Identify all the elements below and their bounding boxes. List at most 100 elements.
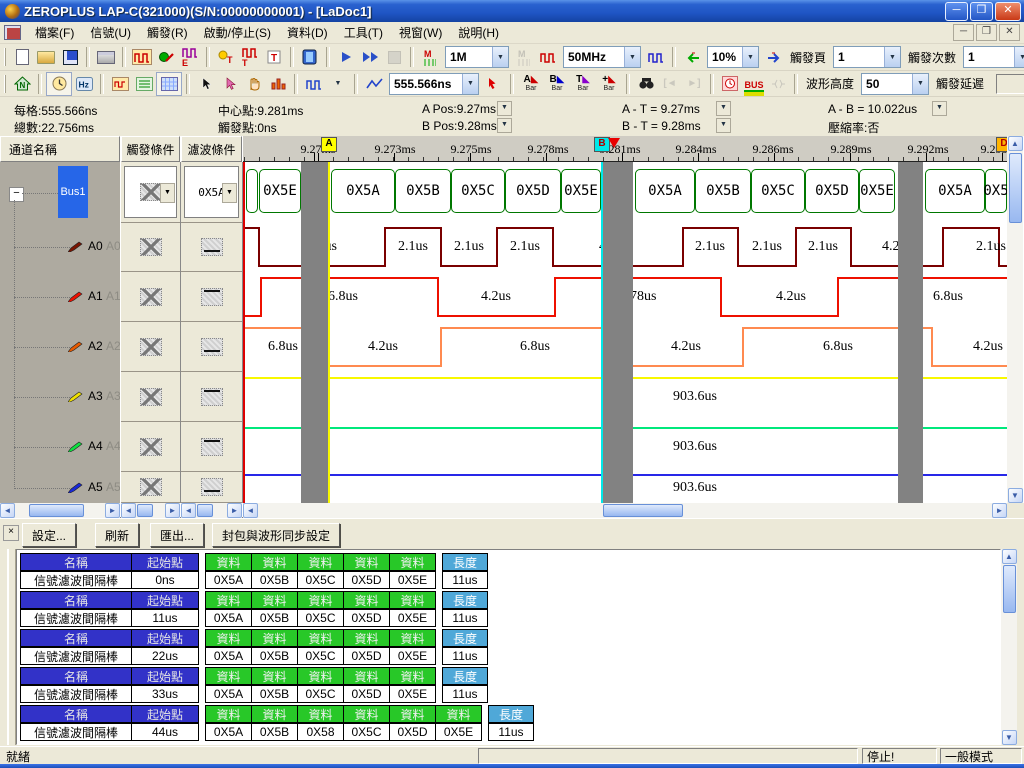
panel-close-icon[interactable]: × xyxy=(3,525,19,541)
scroll-right-button[interactable]: ► xyxy=(105,503,120,518)
menu-item-2[interactable]: 觸發(R) xyxy=(139,22,196,43)
channel-filter-cell[interactable] xyxy=(181,472,242,503)
save-icon[interactable] xyxy=(58,46,82,68)
trigger-scrollbar[interactable]: ◄ ► xyxy=(121,503,180,518)
b-pos-dropdown[interactable]: ▼ xyxy=(497,118,512,133)
settings-button[interactable]: 設定... xyxy=(22,523,76,547)
note-cursor-icon[interactable] xyxy=(218,73,242,95)
add-bar-icon[interactable]: +◣Bar xyxy=(596,73,622,95)
channel-label-a1[interactable]: A1 xyxy=(88,289,103,303)
time-mode-icon[interactable] xyxy=(46,72,72,96)
combo-dropdown-icon[interactable]: ▼ xyxy=(742,47,758,67)
print-icon[interactable] xyxy=(94,46,118,68)
b-t-dropdown[interactable]: ▼ xyxy=(716,118,731,133)
signal-filter-bar[interactable] xyxy=(603,162,633,503)
channel-label-a0[interactable]: A0 xyxy=(88,239,103,253)
mdi-restore-button[interactable]: ❐ xyxy=(976,24,997,41)
tree-collapse-icon[interactable]: − xyxy=(9,187,24,202)
menu-item-0[interactable]: 檔案(F) xyxy=(27,22,82,43)
menu-item-6[interactable]: 視窗(W) xyxy=(391,22,450,43)
scroll-thumb[interactable] xyxy=(29,504,84,517)
trigger-count-combo[interactable]: 1▼ xyxy=(963,46,1024,68)
memory-depth-combo[interactable]: 1M▼ xyxy=(445,46,509,68)
sample-wave-icon[interactable] xyxy=(644,46,668,68)
horizontal-scroll-thumb[interactable] xyxy=(603,504,683,517)
combo-dropdown-icon[interactable]: ▼ xyxy=(222,183,237,203)
packet-row[interactable]: 名稱起始點資料資料資料資料資料長度信號濾波間隔棒22us0X5A0X5B0X5C… xyxy=(20,629,488,665)
channel-filter-cell[interactable] xyxy=(181,422,242,472)
home-view-icon[interactable]: N xyxy=(10,73,34,95)
a-bar-icon[interactable]: A◣Bar xyxy=(518,73,544,95)
a-bar-line[interactable] xyxy=(328,162,330,503)
scroll-left-button[interactable]: ◄ xyxy=(243,503,258,518)
waveform-area[interactable]: 9.27ms9.273ms9.275ms9.278ms9.281ms9.284m… xyxy=(243,136,1007,503)
waveform-horizontal-scrollbar[interactable]: ◄ ► xyxy=(243,503,1007,518)
mdi-minimize-button[interactable]: ─ xyxy=(953,24,974,41)
combo-dropdown-icon[interactable]: ▼ xyxy=(624,47,640,67)
scroll-right-button[interactable]: ► xyxy=(992,503,1007,518)
scroll-thumb[interactable] xyxy=(197,504,213,517)
vertical-scroll-thumb[interactable] xyxy=(1009,153,1022,223)
a-pos-dropdown[interactable]: ▼ xyxy=(497,101,512,116)
open-file-icon[interactable] xyxy=(34,46,58,68)
trigger-delay-icon[interactable]: T xyxy=(262,46,286,68)
close-button[interactable]: ✕ xyxy=(995,2,1021,21)
channel-label-a4[interactable]: A4 xyxy=(88,439,103,453)
a-b-dropdown[interactable]: ▼ xyxy=(932,101,947,116)
repeat-run-icon[interactable] xyxy=(358,46,382,68)
channel-filter-cell[interactable] xyxy=(181,322,242,372)
filter-scrollbar[interactable]: ◄ ► xyxy=(181,503,242,518)
signal-filter-bar[interactable] xyxy=(301,162,328,503)
listing-display-icon[interactable] xyxy=(132,73,156,95)
wave-pointer-icon[interactable] xyxy=(482,73,506,95)
bus-trigger-combo[interactable]: ▼ xyxy=(124,166,177,218)
scroll-left-button[interactable]: ◄ xyxy=(121,503,136,518)
sampling-setup-icon[interactable] xyxy=(130,46,154,68)
find-icon[interactable] xyxy=(634,73,658,95)
pulse-width-counter-icon[interactable] xyxy=(718,73,742,95)
scroll-right-button[interactable]: ► xyxy=(227,503,242,518)
waveform-display-icon[interactable] xyxy=(108,73,132,95)
waveform-vertical-scrollbar[interactable]: ▲ ▼ xyxy=(1007,136,1023,503)
bus-filter-combo[interactable]: 0X5A▼ xyxy=(184,166,239,218)
scroll-thumb[interactable] xyxy=(137,504,153,517)
t-bar-icon[interactable]: T◣Bar xyxy=(570,73,596,95)
memory-page-icon[interactable]: M xyxy=(418,46,442,68)
bus-packet-icon[interactable]: BUS xyxy=(742,73,766,95)
a-t-dropdown[interactable]: ▼ xyxy=(716,101,731,116)
channel-trigger-cell[interactable] xyxy=(121,422,180,472)
menu-item-1[interactable]: 信號(U) xyxy=(82,22,139,43)
channel-filter-cell[interactable] xyxy=(181,222,242,272)
wave-dropdown-icon[interactable]: ▼ xyxy=(326,73,350,95)
packet-scroll-thumb[interactable] xyxy=(1003,565,1016,613)
bus-node[interactable]: Bus1 xyxy=(58,166,88,218)
channel-filter-cell[interactable] xyxy=(181,272,242,322)
packet-row[interactable]: 名稱起始點資料資料資料資料資料長度信號濾波間隔棒11us0X5A0X5B0X5C… xyxy=(20,591,488,627)
channel-setup-icon[interactable] xyxy=(154,46,178,68)
sample-rate-combo[interactable]: 50MHz▼ xyxy=(563,46,641,68)
bar-analysis-icon[interactable] xyxy=(266,73,290,95)
menu-item-7[interactable]: 說明(H) xyxy=(450,22,507,43)
b-bar-line[interactable] xyxy=(601,162,603,503)
combo-dropdown-icon[interactable]: ▼ xyxy=(492,47,508,67)
hand-pan-icon[interactable] xyxy=(242,73,266,95)
channel-trigger-cell[interactable] xyxy=(121,472,180,503)
combo-dropdown-icon[interactable]: ▼ xyxy=(1014,47,1024,67)
trigger-goto-icon[interactable] xyxy=(762,46,786,68)
wave-height-combo[interactable]: 50▼ xyxy=(861,73,929,95)
frequency-mode-icon[interactable]: Hz xyxy=(72,73,96,95)
trigger-width-icon[interactable]: T xyxy=(238,46,262,68)
names-scrollbar[interactable]: ◄ ► xyxy=(0,503,120,518)
scroll-up-button[interactable]: ▲ xyxy=(1002,549,1017,564)
channel-trigger-cell[interactable] xyxy=(121,372,180,422)
scroll-up-button[interactable]: ▲ xyxy=(1008,136,1023,151)
sync-settings-button[interactable]: 封包與波形同步設定 xyxy=(212,523,340,547)
select-cursor-icon[interactable] xyxy=(194,73,218,95)
packet-row[interactable]: 名稱起始點資料資料資料資料資料資料長度信號濾波間隔棒44us0X5A0X5B0X… xyxy=(20,705,534,741)
channel-label-a5[interactable]: A5 xyxy=(88,480,103,494)
scroll-right-button[interactable]: ► xyxy=(165,503,180,518)
packet-list-scrollbar[interactable]: ▲ ▼ xyxy=(1001,549,1017,745)
combo-dropdown-icon[interactable]: ▼ xyxy=(462,74,478,94)
scroll-left-button[interactable]: ◄ xyxy=(181,503,196,518)
channel-trigger-cell[interactable] xyxy=(121,272,180,322)
